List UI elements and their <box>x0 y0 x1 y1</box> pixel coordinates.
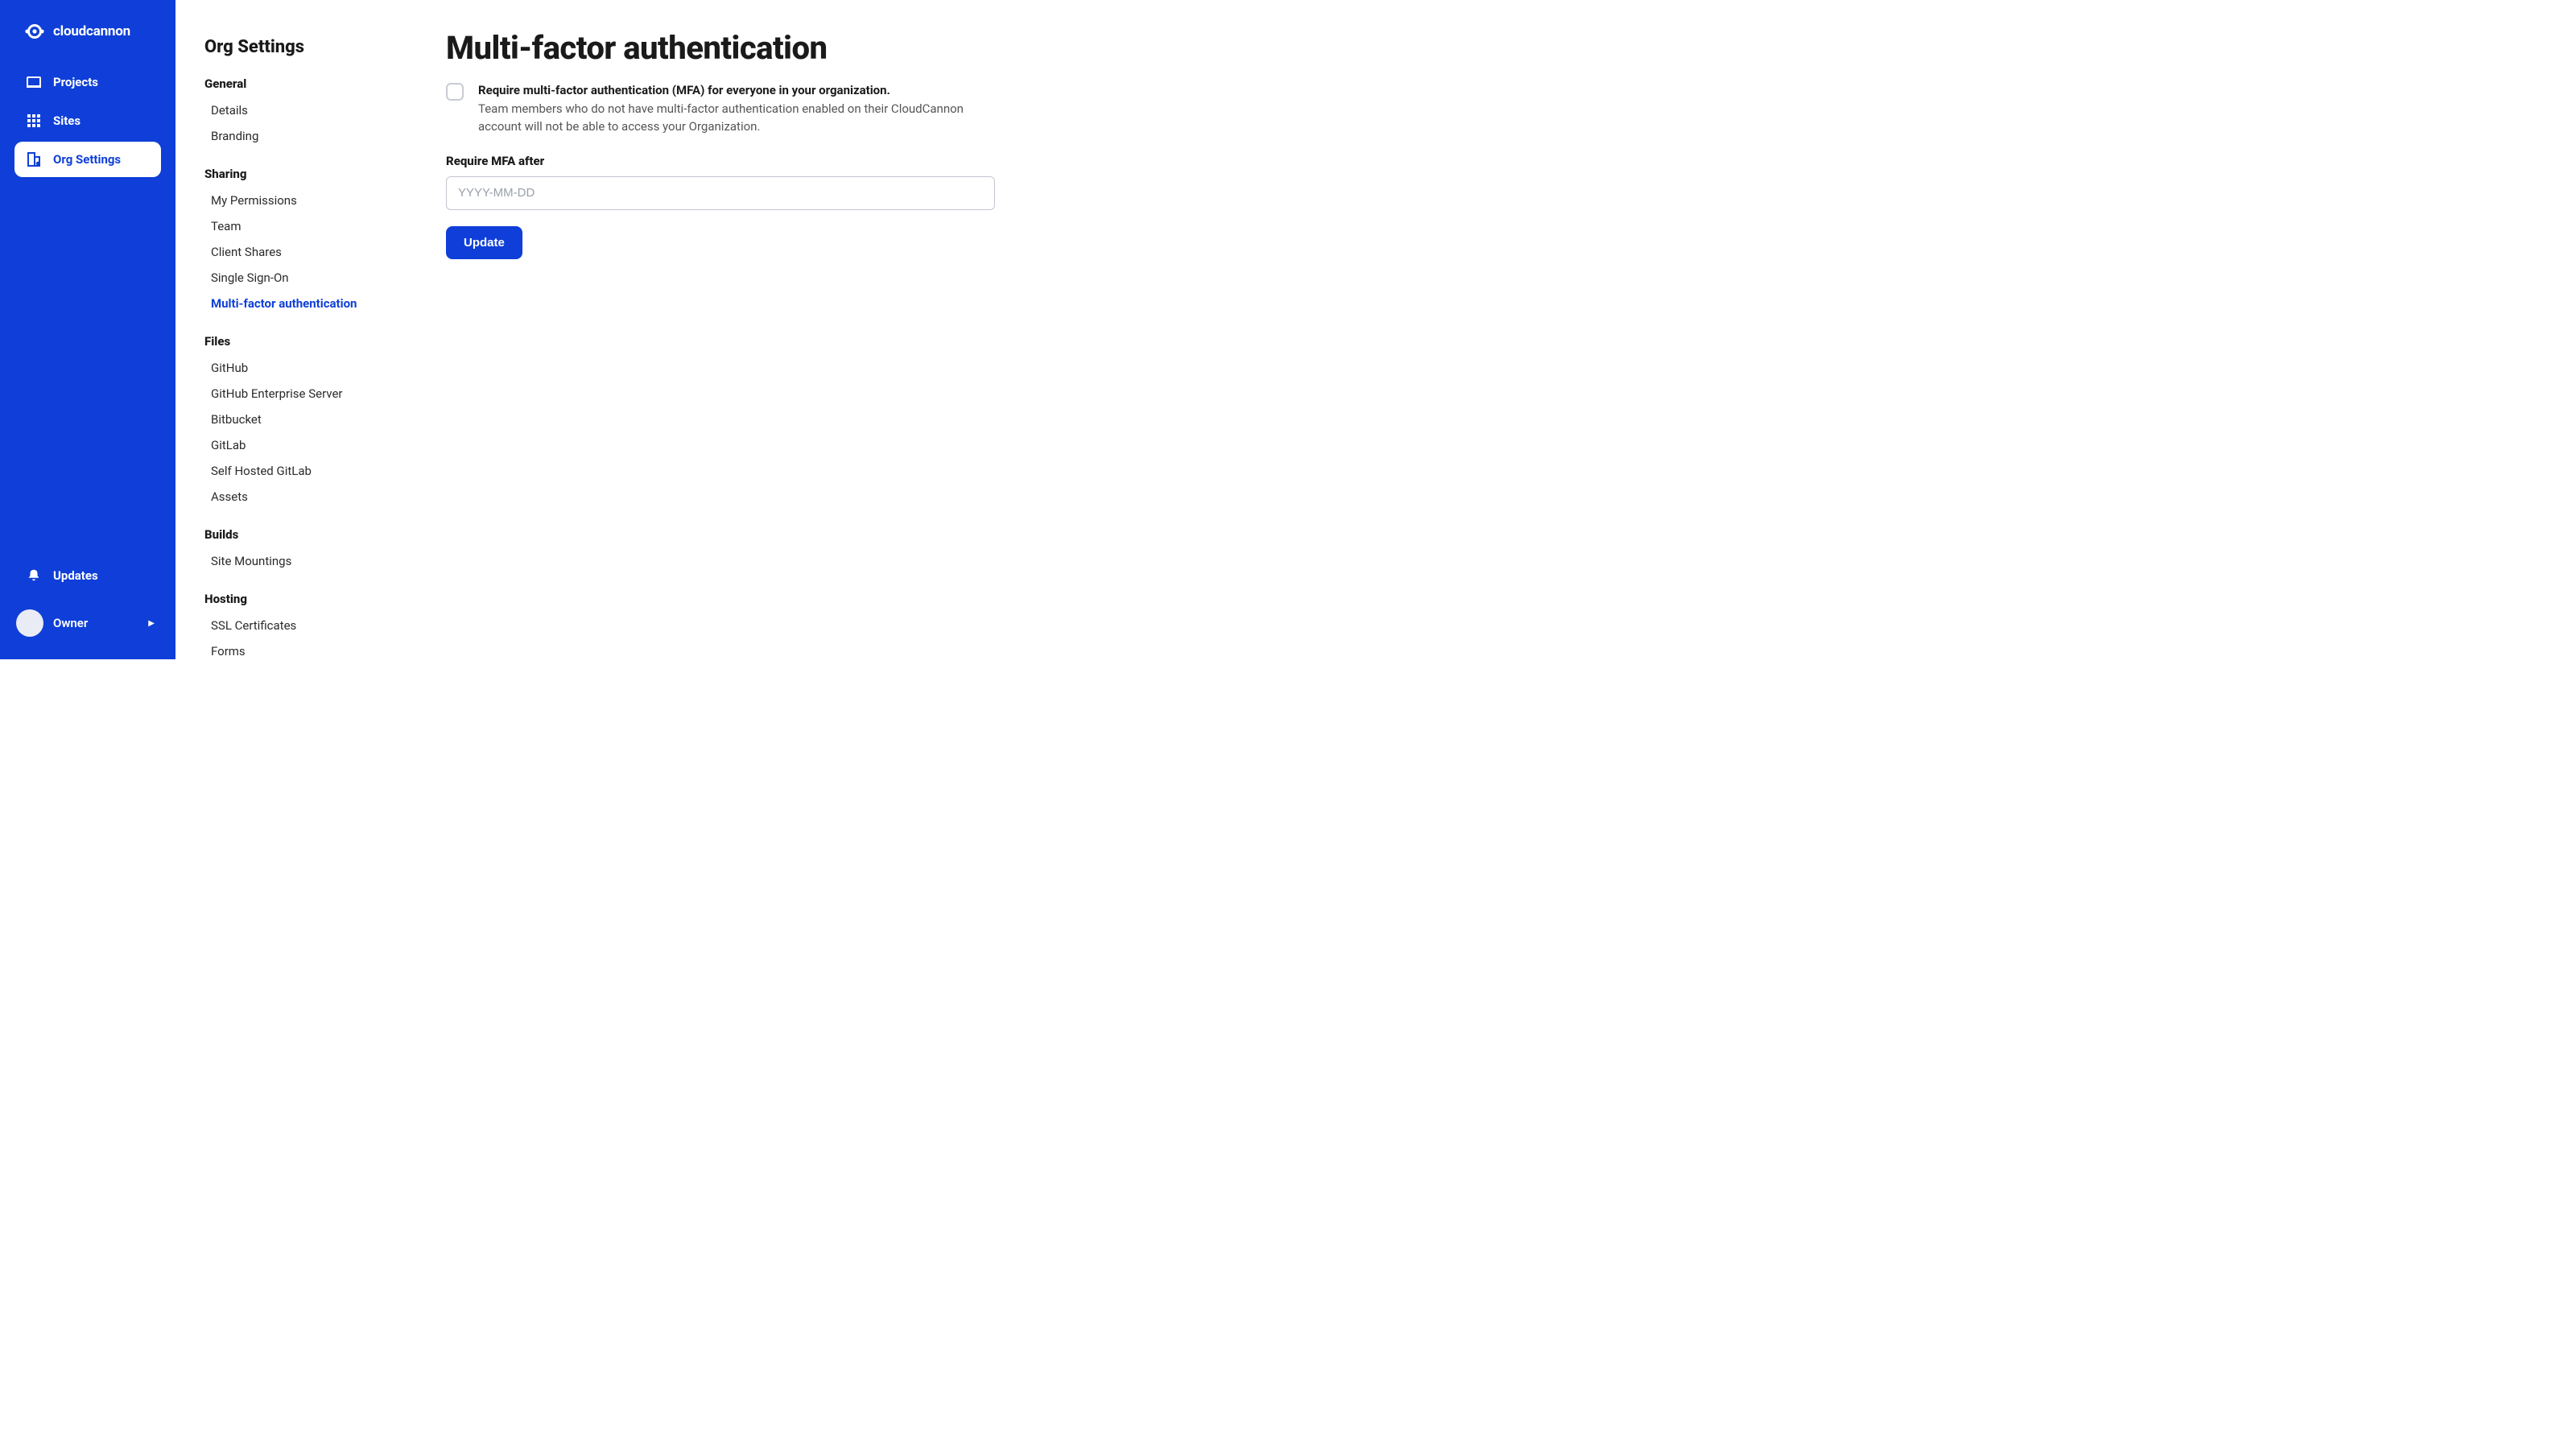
settings-link-details[interactable]: Details <box>204 97 391 123</box>
owner-label: Owner <box>53 616 138 630</box>
require-mfa-label: Require multi-factor authentication (MFA… <box>478 83 969 97</box>
settings-link-site-mountings[interactable]: Site Mountings <box>204 548 391 574</box>
group-header-files: Files <box>204 334 391 349</box>
settings-link-team[interactable]: Team <box>204 213 391 239</box>
primary-nav: Projects Sites <box>0 64 175 180</box>
primary-sidebar: cloudcannon Projects <box>0 0 175 659</box>
require-mfa-description: Team members who do not have multi-facto… <box>478 101 969 136</box>
nav-item-projects[interactable]: Projects <box>14 64 161 100</box>
settings-link-sso[interactable]: Single Sign-On <box>204 265 391 291</box>
page-title: Multi-factor authentication <box>446 29 1121 67</box>
settings-link-self-hosted-gitlab[interactable]: Self Hosted GitLab <box>204 458 391 484</box>
settings-link-bitbucket[interactable]: Bitbucket <box>204 407 391 432</box>
group-header-builds: Builds <box>204 527 391 542</box>
nav-item-label: Org Settings <box>53 152 121 167</box>
avatar <box>16 609 43 637</box>
require-mfa-checkbox[interactable] <box>446 83 464 101</box>
settings-link-assets[interactable]: Assets <box>204 484 391 510</box>
nav-item-org-settings[interactable]: Org Settings <box>14 142 161 177</box>
cloudcannon-logo-icon <box>24 21 45 42</box>
nav-item-sites[interactable]: Sites <box>14 103 161 138</box>
nav-item-label: Projects <box>53 75 98 89</box>
mfa-date-input[interactable] <box>446 176 995 210</box>
group-header-general: General <box>204 76 391 91</box>
org-settings-icon <box>26 151 42 167</box>
settings-link-gitlab[interactable]: GitLab <box>204 432 391 458</box>
bell-icon <box>26 568 42 584</box>
sidebar-bottom: Updates Owner ▶ <box>0 558 175 645</box>
mfa-date-label: Require MFA after <box>446 154 1121 168</box>
settings-link-client-shares[interactable]: Client Shares <box>204 239 391 265</box>
settings-sidebar: Org Settings General Details Branding Sh… <box>175 0 414 659</box>
group-header-sharing: Sharing <box>204 167 391 181</box>
settings-link-branding[interactable]: Branding <box>204 123 391 149</box>
group-header-hosting: Hosting <box>204 592 391 606</box>
nav-item-updates[interactable]: Updates <box>14 558 161 593</box>
main-content: Multi-factor authentication Require mult… <box>414 0 1159 659</box>
sites-icon <box>26 113 42 129</box>
update-button[interactable]: Update <box>446 226 522 259</box>
nav-item-label: Sites <box>53 114 80 128</box>
brand-name: cloudcannon <box>53 23 130 39</box>
settings-link-github[interactable]: GitHub <box>204 355 391 381</box>
chevron-right-icon: ▶ <box>148 619 155 628</box>
settings-link-mfa[interactable]: Multi-factor authentication <box>204 291 391 316</box>
brand-logo[interactable]: cloudcannon <box>0 14 175 64</box>
projects-icon <box>26 74 42 90</box>
owner-menu[interactable]: Owner ▶ <box>14 601 161 645</box>
settings-link-my-permissions[interactable]: My Permissions <box>204 188 391 213</box>
settings-link-ssl[interactable]: SSL Certificates <box>204 613 391 638</box>
updates-label: Updates <box>53 568 98 583</box>
require-mfa-checkbox-row: Require multi-factor authentication (MFA… <box>446 83 1121 136</box>
settings-link-forms[interactable]: Forms <box>204 638 391 659</box>
settings-link-ghes[interactable]: GitHub Enterprise Server <box>204 381 391 407</box>
settings-title: Org Settings <box>204 37 391 57</box>
